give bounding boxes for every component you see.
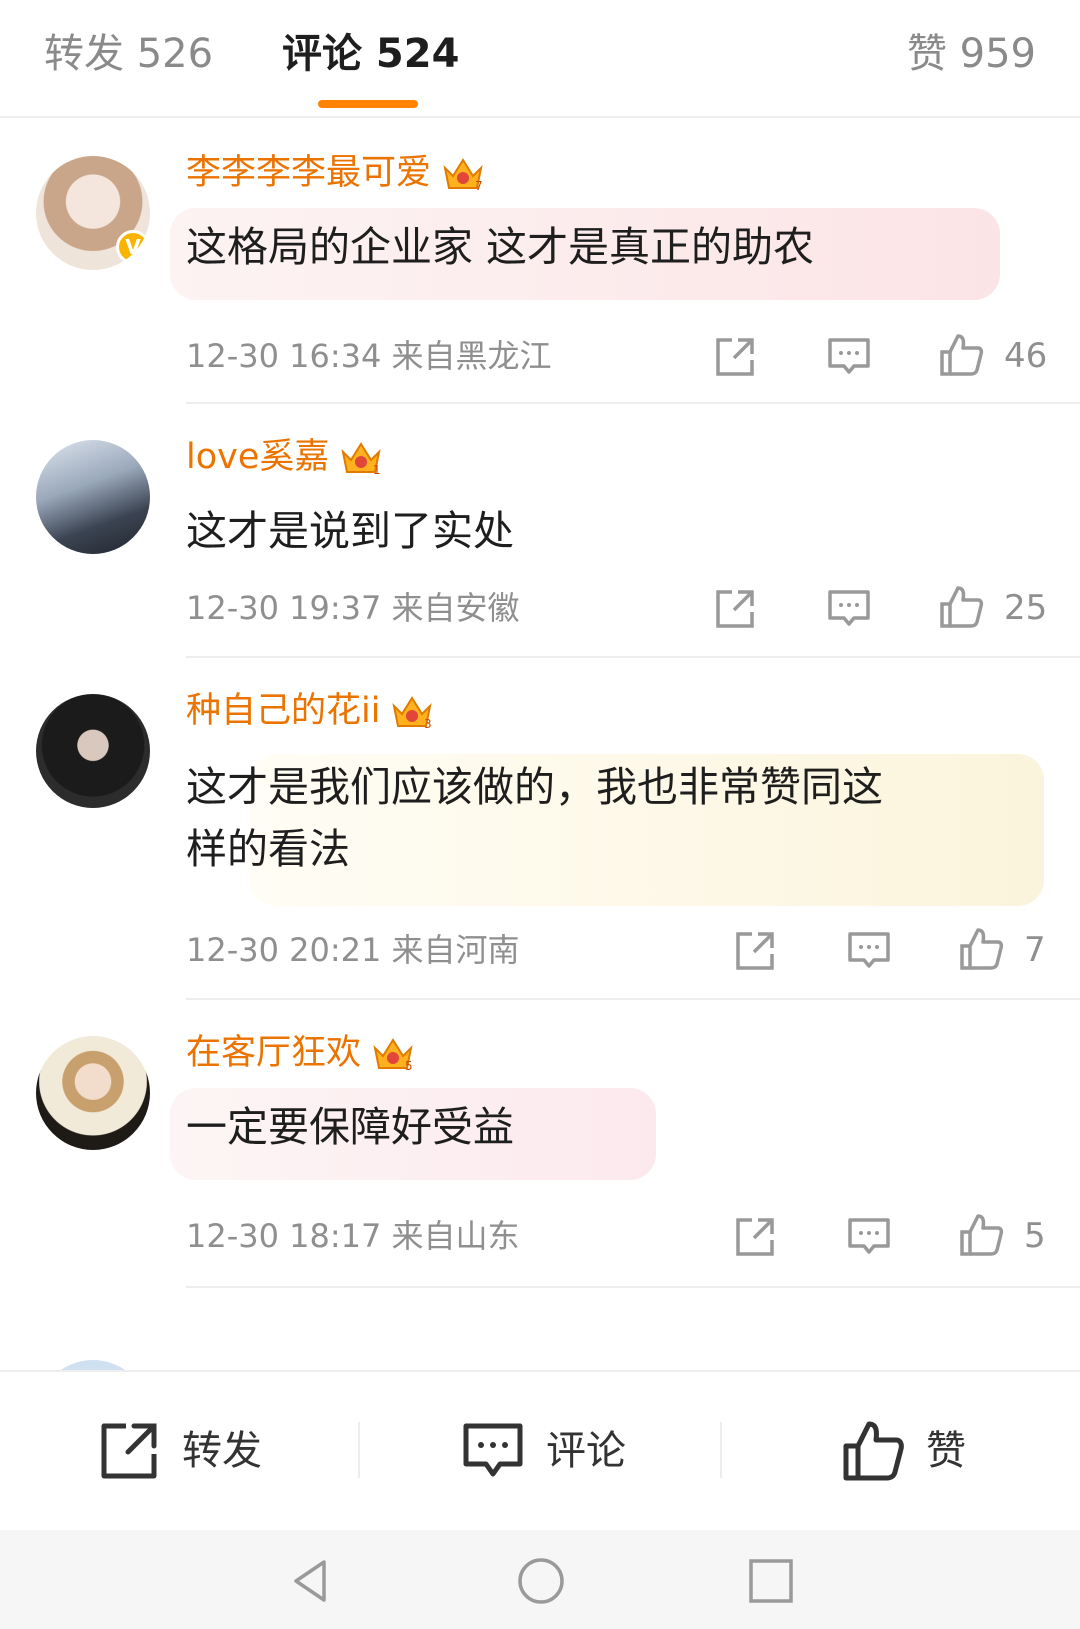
- tab-comment[interactable]: 评论 524: [282, 26, 459, 82]
- comment-text-line1: 这才是我们应该做的，我也非常赞同这: [186, 763, 883, 811]
- bottom-action-bar: 转发 评论 赞: [0, 1370, 1080, 1530]
- comment-location: 来自河南: [391, 931, 520, 969]
- share-icon: [101, 1423, 157, 1479]
- comment-username[interactable]: 在客厅狂欢 5: [186, 1030, 415, 1076]
- comment-icon[interactable]: [846, 1214, 892, 1260]
- comment-button[interactable]: 评论: [460, 1418, 660, 1484]
- comment-text: 这格局的企业家 这才是真正的助农: [186, 223, 815, 271]
- like-icon[interactable]: [938, 584, 984, 630]
- comment-username[interactable]: 种自己的花ii 3: [186, 688, 434, 734]
- like-icon[interactable]: [938, 332, 984, 378]
- like-icon: [843, 1421, 904, 1481]
- divider: [358, 1422, 360, 1478]
- comment-location: 来自安徽: [391, 589, 520, 627]
- avatar[interactable]: [36, 440, 150, 554]
- like-icon[interactable]: [958, 1212, 1004, 1258]
- like-button[interactable]: 赞: [840, 1418, 1000, 1484]
- comment-label: 评论: [546, 1428, 626, 1474]
- comment-meta: 12-30 18:17 来自山东: [186, 1214, 520, 1258]
- comment-item: V 李李李李最可爱 7 这格局的企业家 这才是真正的助农 12-30 16:34…: [0, 120, 1080, 404]
- tab-bar: 转发 526 评论 524 赞 959: [0, 0, 1080, 118]
- share-icon[interactable]: [732, 928, 778, 974]
- svg-text:7: 7: [475, 179, 483, 193]
- avatar[interactable]: [36, 1036, 150, 1150]
- like-count: 5: [1024, 1216, 1046, 1256]
- comment-item: love奚嘉 1 这才是说到了实处 12-30 19:37 来自安徽 25: [0, 404, 1080, 658]
- verified-icon: V: [116, 230, 150, 264]
- comment-text: 一定要保障好受益: [186, 1103, 514, 1151]
- share-icon[interactable]: [712, 334, 758, 380]
- home-icon[interactable]: [516, 1556, 566, 1606]
- tab-repost[interactable]: 转发 526: [44, 26, 213, 82]
- like-count: 46: [1004, 336, 1048, 376]
- repost-label: 转发: [182, 1428, 262, 1474]
- share-icon[interactable]: [732, 1214, 778, 1260]
- svg-text:1: 1: [373, 463, 381, 477]
- comment-text-line2: 样的看法: [186, 825, 350, 873]
- comment-icon: [463, 1423, 523, 1477]
- svg-text:3: 3: [424, 717, 432, 731]
- recent-apps-icon[interactable]: [746, 1556, 796, 1606]
- crown-badge-icon: 5: [371, 1034, 415, 1074]
- like-count: 25: [1004, 588, 1048, 628]
- avatar[interactable]: [36, 694, 150, 808]
- like-count: 7: [1024, 930, 1046, 970]
- tab-like[interactable]: 赞 959: [907, 26, 1036, 82]
- crown-badge-icon: 3: [390, 692, 434, 732]
- comment-icon[interactable]: [826, 334, 872, 380]
- comment-meta: 12-30 20:21 来自河南: [186, 928, 520, 972]
- avatar[interactable]: V: [36, 156, 150, 270]
- divider: [720, 1422, 722, 1478]
- comment-location: 来自黑龙江: [391, 337, 552, 375]
- crown-badge-icon: 7: [441, 154, 485, 194]
- divider: [186, 1286, 1080, 1288]
- comment-meta: 12-30 16:34 来自黑龙江: [186, 334, 552, 378]
- active-tab-indicator: [318, 100, 418, 108]
- comment-time: 12-30 19:37: [186, 589, 382, 627]
- comment-icon[interactable]: [826, 586, 872, 632]
- comment-text: 这才是说到了实处: [186, 507, 514, 555]
- comment-username[interactable]: 李李李李最可爱 7: [186, 150, 485, 196]
- comment-item: 种自己的花ii 3 这才是我们应该做的，我也非常赞同这 样的看法 12-30 2…: [0, 658, 1080, 1000]
- comment-list: V 李李李李最可爱 7 这格局的企业家 这才是真正的助农 12-30 16:34…: [0, 120, 1080, 1370]
- comment-time: 12-30 18:17: [186, 1217, 382, 1255]
- like-icon[interactable]: [958, 926, 1004, 972]
- comment-meta: 12-30 19:37 来自安徽: [186, 586, 520, 630]
- like-label: 赞: [926, 1428, 966, 1474]
- comment-item: 在客厅狂欢 5 一定要保障好受益 12-30 18:17 来自山东 5: [0, 1000, 1080, 1288]
- comment-username[interactable]: love奚嘉 1: [186, 434, 383, 480]
- comment-icon[interactable]: [846, 928, 892, 974]
- share-icon[interactable]: [712, 586, 758, 632]
- comment-location: 来自山东: [391, 1217, 520, 1255]
- repost-button[interactable]: 转发: [96, 1418, 296, 1484]
- system-nav-bar: [0, 1530, 1080, 1629]
- svg-text:5: 5: [405, 1059, 413, 1073]
- comment-time: 12-30 20:21: [186, 931, 382, 969]
- back-icon[interactable]: [286, 1556, 336, 1606]
- crown-badge-icon: 1: [339, 438, 383, 478]
- avatar[interactable]: [36, 1360, 150, 1370]
- comment-time: 12-30 16:34: [186, 337, 382, 375]
